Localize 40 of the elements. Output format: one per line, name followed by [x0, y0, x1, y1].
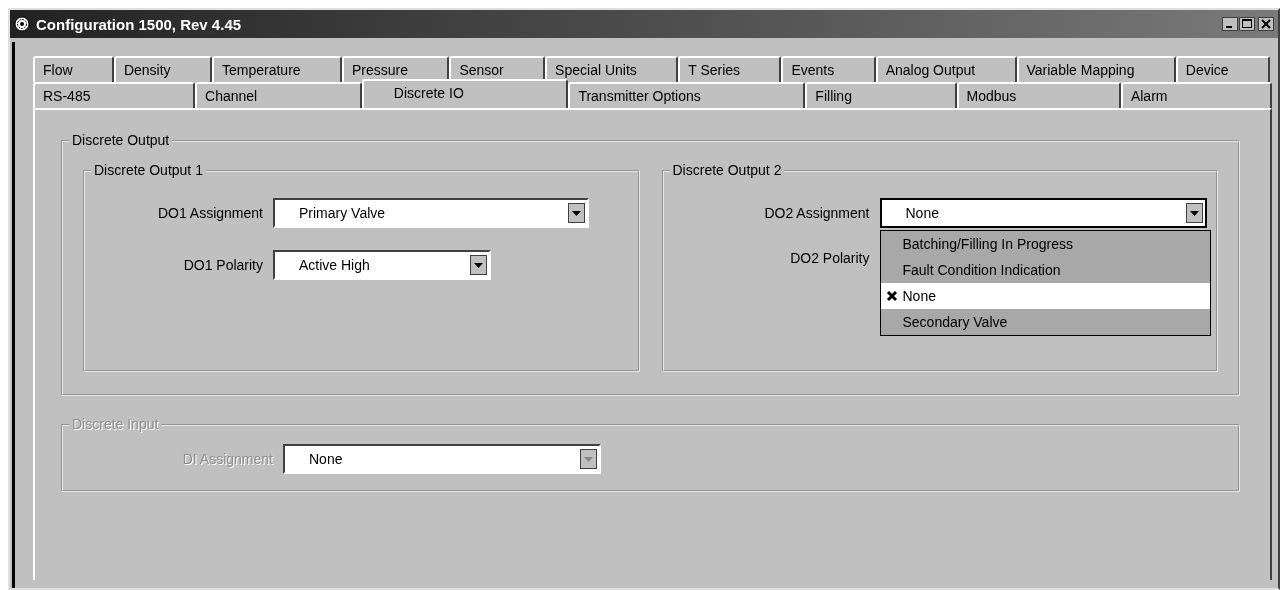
group-title: Discrete Input: [69, 416, 162, 432]
tab[interactable]: Special Units: [545, 56, 679, 82]
tab[interactable]: Device: [1175, 56, 1270, 82]
group-title: Discrete Output: [69, 132, 173, 148]
dropdown-option[interactable]: Secondary Valve: [880, 309, 1210, 335]
field-label: DO1 Assignment: [156, 205, 263, 221]
tab[interactable]: Flow: [33, 56, 114, 82]
tab[interactable]: Events: [781, 56, 876, 82]
minimize-button[interactable]: [1222, 17, 1238, 31]
close-button[interactable]: [1258, 17, 1274, 31]
field-label: DO2 Polarity: [789, 250, 870, 266]
tab[interactable]: T Series: [678, 56, 782, 82]
tab[interactable]: Modbus: [956, 82, 1121, 108]
group-title: Discrete Output 2: [669, 162, 785, 178]
group-title: Discrete Output 1: [91, 162, 206, 178]
dropdown-option[interactable]: Batching/Filling In Progress: [880, 231, 1210, 257]
dropdown[interactable]: Primary Valve: [273, 198, 589, 228]
tab[interactable]: Channel: [195, 82, 362, 108]
app-icon: [14, 16, 30, 32]
dropdown-option[interactable]: None: [880, 283, 1210, 309]
tab[interactable]: Variable Mapping: [1016, 56, 1176, 82]
field-label: DO1 Polarity: [182, 257, 263, 273]
dropdown[interactable]: None: [879, 198, 1207, 228]
tab[interactable]: Density: [113, 56, 212, 82]
tab[interactable]: Analog Output: [875, 56, 1017, 82]
tab[interactable]: RS-485: [33, 82, 196, 108]
tab[interactable]: Temperature: [212, 56, 342, 82]
tab[interactable]: Transmitter Options: [568, 82, 806, 108]
x-mark-icon: [885, 290, 898, 302]
tab[interactable]: Sensor: [449, 56, 546, 82]
dropdown-option[interactable]: Fault Condition Indication: [880, 257, 1210, 283]
maximize-button[interactable]: [1239, 17, 1255, 31]
tab[interactable]: Filling: [805, 82, 957, 108]
window-title: Configuration 1500, Rev 4.45: [36, 15, 242, 33]
dropdown[interactable]: Active High: [273, 250, 491, 280]
field-label: DI Assignment: [181, 451, 273, 467]
tab[interactable]: Pressure: [341, 56, 450, 82]
field-label: DO2 Assignment: [763, 205, 870, 221]
tab[interactable]: Alarm: [1120, 82, 1273, 108]
tab[interactable]: Discrete IO: [361, 79, 569, 108]
